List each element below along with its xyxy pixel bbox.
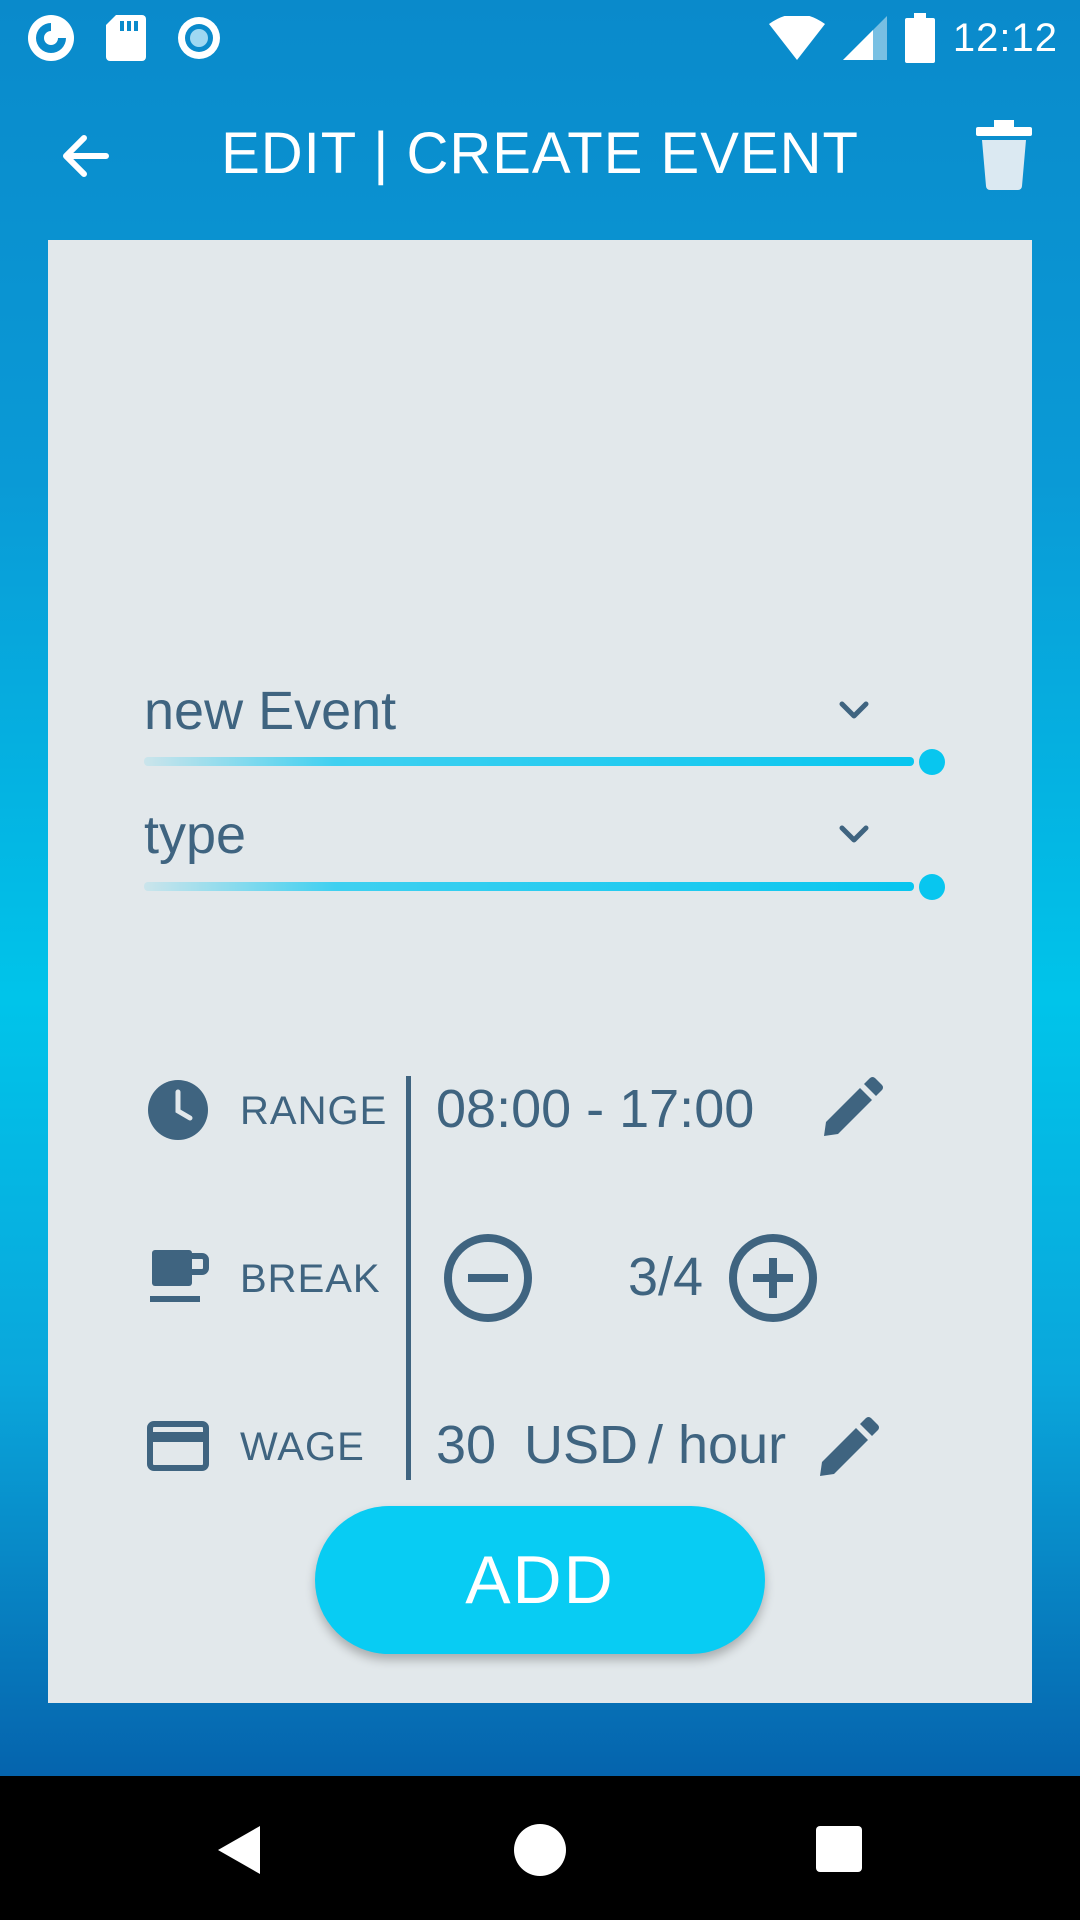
wage-unit: / hour [648,1415,787,1475]
record-icon [178,17,220,59]
nav-home-icon[interactable] [510,1820,570,1880]
app-notification-icon [28,15,74,61]
nav-back-icon[interactable] [210,1820,270,1880]
clock-icon [148,1080,208,1140]
wifi-icon [768,16,825,60]
event-name-underline [144,757,914,766]
delete-button[interactable] [974,120,1034,190]
chevron-down-icon[interactable] [824,804,884,864]
app-bar: EDIT | CREATE EVENT [0,76,1080,236]
pencil-icon [824,1077,883,1136]
break-decrement-button[interactable] [440,1230,536,1326]
event-name-slider-handle[interactable] [919,749,945,775]
wage-currency[interactable]: USD [524,1414,638,1476]
event-type-dropdown[interactable]: type [144,804,945,924]
event-type-underline [144,882,914,891]
range-value: 08:00 - 17:00 [436,1079,755,1139]
range-row: RANGE 08:00 - 17:00 [48,1050,1032,1170]
battery-icon [904,13,935,63]
credit-card-icon [147,1421,209,1471]
wage-row: WAGE 30 USD / hour [48,1386,1032,1506]
status-bar: 12:12 [0,0,1080,76]
event-name-dropdown[interactable]: new Event [144,680,945,800]
page-title: EDIT | CREATE EVENT [221,121,859,186]
wage-amount[interactable]: 30 [436,1414,496,1476]
wage-label: WAGE [240,1425,365,1469]
trash-icon [976,120,1032,190]
pencil-icon [820,1417,879,1476]
coffee-cup-icon [150,1250,209,1302]
system-nav-bar [0,1776,1080,1920]
break-value: 3/4 [628,1247,704,1307]
chevron-down-icon[interactable] [824,680,884,740]
break-increment-button[interactable] [725,1230,821,1326]
sd-card-icon [106,15,146,61]
event-name-value: new Event [144,681,397,741]
event-type-value: type [144,805,247,865]
signal-icon [842,16,887,60]
break-label: BREAK [240,1257,381,1301]
add-button[interactable]: ADD [315,1506,765,1654]
edit-range-button[interactable] [814,1074,886,1146]
status-clock: 12:12 [952,15,1058,60]
nav-recents-icon[interactable] [810,1820,870,1880]
break-row: BREAK 3/4 [48,1218,1032,1338]
edit-wage-button[interactable] [810,1414,882,1486]
event-form-card: new Event type RANGE 08:00 - 17:00 BREAK… [48,240,1032,1703]
plus-circle-icon [729,1234,817,1322]
event-type-slider-handle[interactable] [919,874,945,900]
range-label: RANGE [240,1089,388,1133]
minus-circle-icon [444,1234,532,1322]
